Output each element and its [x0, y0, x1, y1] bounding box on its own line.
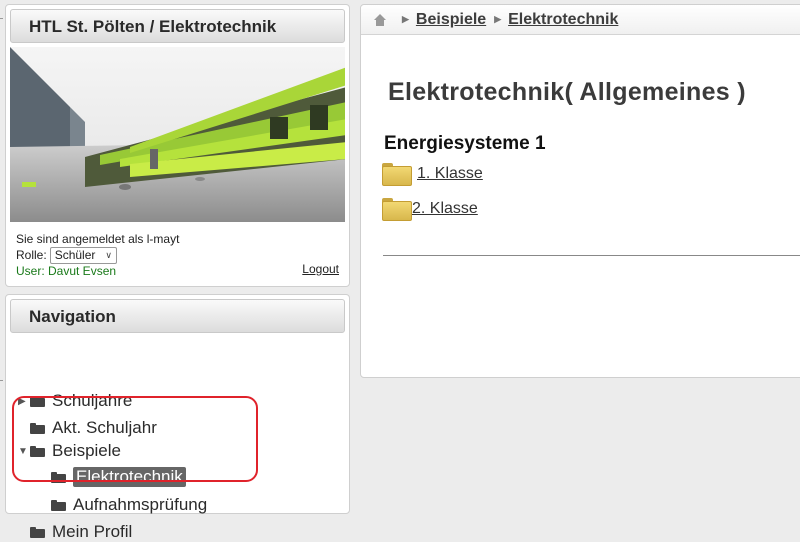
nav-item-label: Aufnahmsprüfung [73, 495, 208, 514]
logout-link[interactable]: Logout [302, 262, 339, 276]
class-link-1[interactable]: 1. Klasse [382, 163, 483, 186]
folder-icon [30, 526, 45, 538]
role-label: Rolle: [16, 248, 47, 262]
class-link-label[interactable]: 1. Klasse [417, 165, 483, 183]
main-content-panel: ▶ Beispiele ▶ Elektrotechnik Elektrotech… [360, 4, 800, 378]
divider [383, 255, 800, 256]
site-title: HTL St. Pölten / Elektrotechnik [10, 9, 345, 43]
navigation-title: Navigation [10, 299, 345, 333]
class-link-label[interactable]: 2. Klasse [412, 200, 478, 218]
highlight-annotation [12, 396, 258, 482]
logged-in-text: Sie sind angemeldet als l-mayt [16, 232, 180, 246]
chevron-down-icon: ∨ [105, 250, 112, 260]
section-title: Energiesysteme 1 [384, 133, 546, 154]
class-link-2[interactable]: 2. Klasse [382, 198, 478, 221]
page-title: Elektrotechnik( Allgemeines ) [388, 78, 746, 106]
breadcrumb-beispiele[interactable]: Beispiele [416, 11, 486, 29]
user-name: User: Davut Evsen [16, 264, 117, 278]
folder-icon [51, 499, 66, 511]
nav-item-aufnahmspruefung[interactable]: Aufnahmsprüfung [51, 495, 207, 515]
folder-icon [382, 163, 412, 186]
nav-item-mein-profil[interactable]: Mein Profil [30, 522, 132, 542]
folder-icon [382, 198, 412, 221]
home-icon[interactable] [374, 13, 386, 26]
campus-photo [10, 47, 345, 222]
role-selected-value: Schüler [54, 248, 96, 262]
site-header-panel: HTL St. Pölten / Elektrotechnik Sie sind… [5, 4, 350, 287]
breadcrumb-separator-icon: ▶ [494, 14, 502, 24]
role-select[interactable]: Schüler ∨ [49, 247, 117, 264]
breadcrumb-elektrotechnik[interactable]: Elektrotechnik [508, 11, 618, 29]
breadcrumb: ▶ Beispiele ▶ Elektrotechnik [361, 5, 800, 35]
breadcrumb-separator-icon: ▶ [402, 14, 409, 24]
nav-item-label: Mein Profil [52, 522, 133, 541]
